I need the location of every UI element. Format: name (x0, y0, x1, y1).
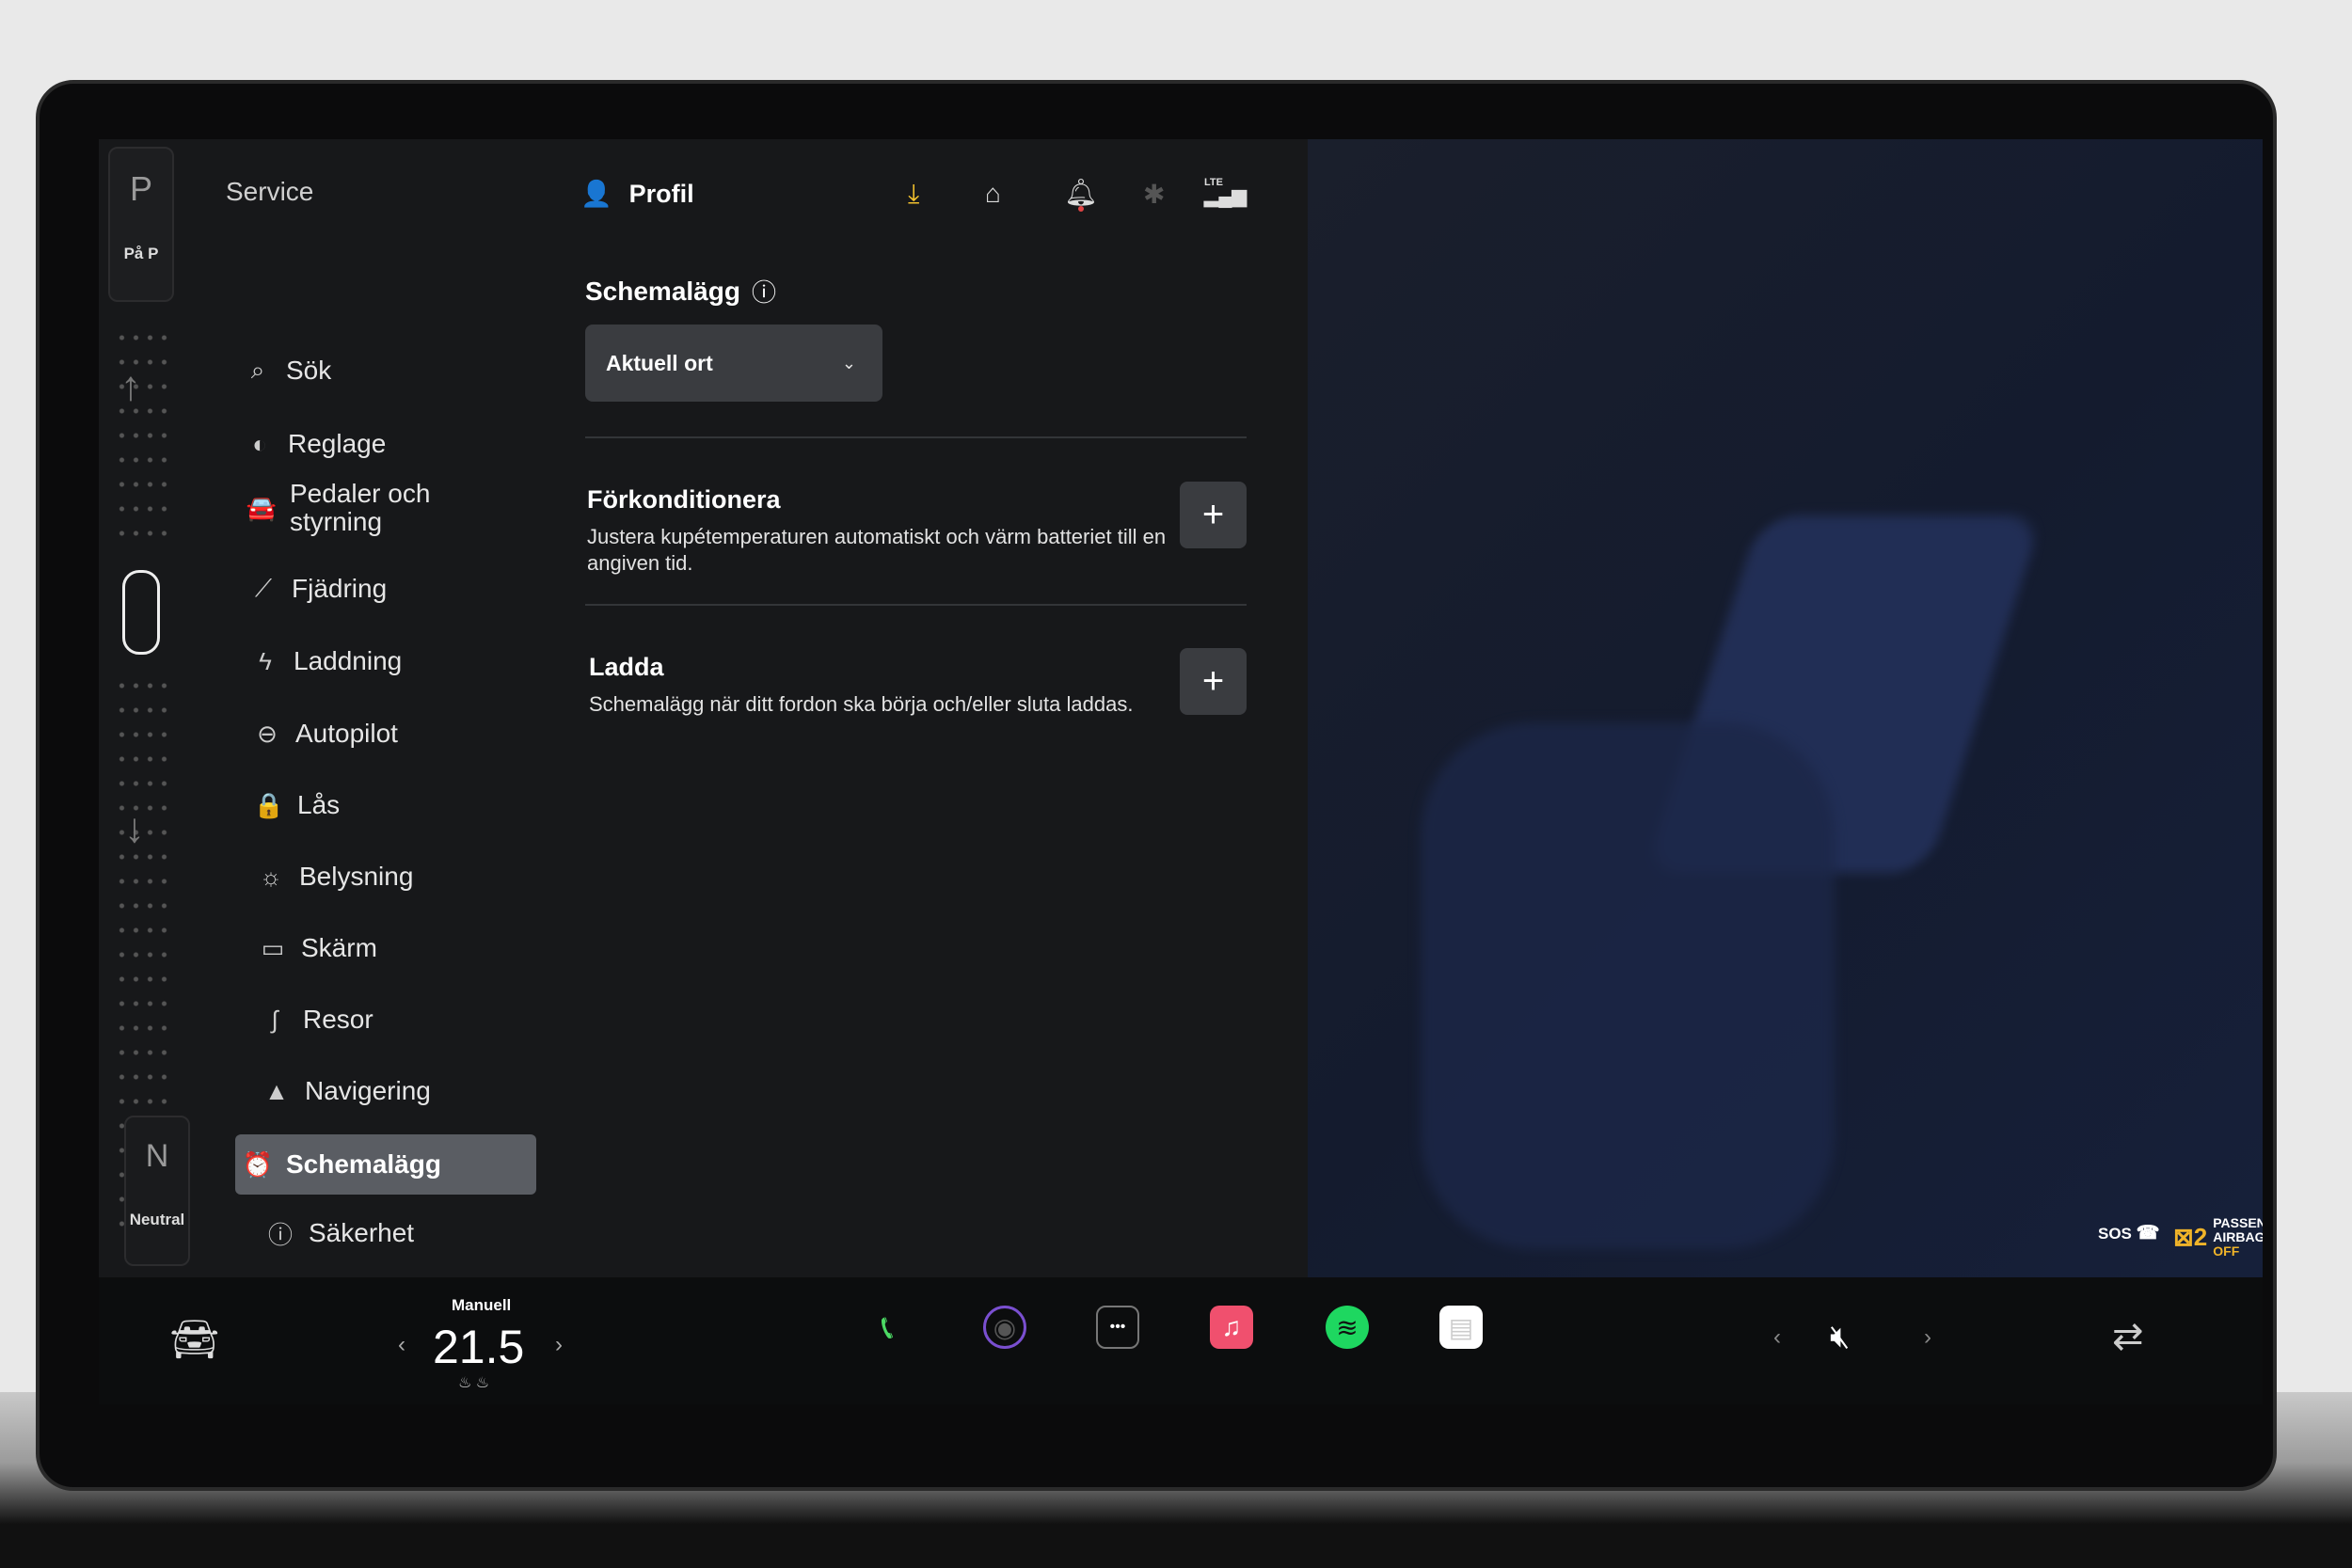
navigation-icon: ▲ (264, 1076, 289, 1105)
climate-mode-label: Manuell (452, 1296, 512, 1314)
add-precondition-button[interactable]: + (1180, 482, 1247, 548)
sidebar-item-label: Laddning (294, 646, 403, 675)
lte-signal-icon: LTE ▂▄▆ (1204, 177, 1247, 207)
temperature-display[interactable]: 21.5 (433, 1320, 524, 1374)
reverse-down-arrow-icon: ↓ (124, 805, 145, 851)
divider (585, 604, 1247, 606)
vehicle-visualization: SOS ☎ ⊠2 PASSENGERAIRBAG OFF (1308, 139, 2263, 1277)
light-icon: ☼ (260, 862, 282, 891)
sos-indicator: SOS ☎ (2098, 1223, 2160, 1243)
airbag-icon: ⊠2 (2173, 1223, 2208, 1251)
lock-icon: 🔒 (253, 790, 285, 819)
sidebar-item-laddning[interactable]: ϟ Laddning (243, 633, 544, 689)
search-icon: ⌕ (250, 356, 265, 384)
alarm-clock-icon: ⏰ (242, 1149, 274, 1179)
sidebar-item-label: Reglage (288, 429, 387, 458)
car-icon: 🚘 (246, 493, 278, 522)
gear-selector[interactable]: P På P ↑ ↓ N Neutral (103, 147, 190, 1266)
safety-icon: ⓘ (267, 1220, 293, 1249)
sidebar-item-label: Autopilot (295, 719, 398, 748)
divider (585, 436, 1247, 438)
suspension-icon: ⟋ (254, 574, 273, 602)
drive-up-arrow-icon: ↑ (120, 363, 141, 409)
volume-next-button[interactable]: › (1924, 1324, 1931, 1351)
sidebar-item-pedaler-och-styrning[interactable]: 🚘 Pedaler och styrning (239, 480, 540, 536)
bluetooth-icon[interactable]: ✱ (1143, 179, 1165, 210)
sidebar-item-skärm[interactable]: ▭ Skärm (250, 920, 551, 976)
sidebar-item-label: Navigering (305, 1076, 431, 1105)
add-charge-schedule-button[interactable]: + (1180, 648, 1247, 715)
sidebar-item-fjädring[interactable]: ⟋ Fjädring (241, 561, 542, 617)
sidebar-item-autopilot[interactable]: ⊖ Autopilot (245, 705, 546, 762)
sidebar-item-reglage[interactable]: ◐ Reglage (237, 416, 538, 472)
volume-prev-button[interactable]: ‹ (1773, 1324, 1781, 1351)
chevron-down-icon: ⌄ (841, 353, 856, 372)
sidebar-item-resor[interactable]: ∫ Resor (252, 991, 553, 1048)
sidebar-item-schemalägg[interactable]: ⏰ Schemalägg (235, 1134, 536, 1195)
sidebar-item-label: Sök (286, 356, 332, 385)
swap-arrows-icon[interactable]: ⇄ (2112, 1315, 2144, 1358)
bottom-bar: 🚘︎ Manuell ‹ 21.5 › ♨ ♨ 📞︎ ◉ ••• ♫ ≋ ▤ ‹ 🔇︎ ›… (99, 1277, 2263, 1404)
sidebar-item-label: Säkerhet (309, 1218, 415, 1247)
sidebar-item-navigering[interactable]: ▲ Navigering (254, 1063, 555, 1119)
profile-button[interactable]: 👤 Profil (580, 179, 694, 209)
sidebar-item-sök[interactable]: ⌕ Sök (235, 342, 536, 399)
sidebar-item-label: Fjädring (292, 574, 388, 603)
person-icon: 👤 (580, 180, 612, 208)
sidebar-item-belysning[interactable]: ☼ Belysning (248, 848, 549, 905)
settings-panel: P På P ↑ ↓ N Neutral Service ⌕ Sök ◐ Reglag… (99, 139, 1308, 1388)
steering-wheel-icon: ⊖ (257, 719, 278, 748)
bell-icon[interactable]: 🔔︎ (1064, 177, 1098, 212)
preconditioning-section: Förkonditionera Justera kupétemperaturen… (587, 485, 1167, 575)
mute-icon[interactable]: 🔇︎ (1830, 1319, 1850, 1355)
info-icon[interactable]: ⓘ (752, 274, 776, 309)
spotify-app-icon[interactable]: ≋ (1326, 1306, 1369, 1349)
camera-app-icon[interactable]: ◉ (983, 1306, 1026, 1349)
sidebar-item-lås[interactable]: 🔒 Lås (246, 777, 548, 833)
phone-app-icon[interactable]: 📞︎ (866, 1306, 909, 1349)
notes-app-icon[interactable]: ▤ (1439, 1306, 1483, 1349)
seat-heater-icons[interactable]: ♨ ♨ (458, 1373, 489, 1392)
more-app-icon[interactable]: ••• (1096, 1306, 1139, 1349)
sidebar-item-label: Belysning (299, 862, 414, 891)
trips-icon: ∫ (271, 1005, 278, 1034)
charge-section: Ladda Schemalägg när ditt fordon ska bör… (589, 653, 1134, 716)
toggle-icon: ◐ (252, 429, 267, 458)
temp-increase-button[interactable]: › (555, 1332, 563, 1358)
sidebar-item-label: Skärm (301, 933, 377, 962)
display-icon: ▭ (261, 933, 285, 962)
touchscreen: SOS ☎ ⊠2 PASSENGERAIRBAG OFF P På P ↑ ↓ … (99, 139, 2263, 1404)
sidebar-item-label: Schemalägg (286, 1149, 441, 1179)
garage-icon[interactable]: ⌂ (985, 179, 1001, 209)
sidebar-item-label: Lås (297, 790, 341, 819)
location-dropdown[interactable]: Aktuell ort ⌄ (585, 325, 882, 402)
sidebar-item-label: Resor (303, 1005, 373, 1034)
neutral-button[interactable]: N Neutral (124, 1116, 190, 1266)
sidebar-header: Service (226, 177, 314, 206)
passenger-airbag-off-indicator: ⊠2 PASSENGERAIRBAG OFF (2173, 1215, 2263, 1259)
page-title: Schemalägg ⓘ (585, 274, 776, 309)
car-top-view-icon (122, 570, 160, 655)
car-icon[interactable]: 🚘︎ (169, 1317, 219, 1363)
temp-decrease-button[interactable]: ‹ (398, 1332, 405, 1358)
park-button[interactable]: P På P (108, 147, 174, 302)
download-icon[interactable]: ⤓ (908, 179, 919, 210)
lightning-icon: ϟ (259, 646, 272, 675)
sidebar-item-label: Pedaler och styrning (290, 479, 431, 536)
sidebar-item-säkerhet[interactable]: ⓘ Säkerhet (258, 1205, 559, 1261)
music-app-icon[interactable]: ♫ (1210, 1306, 1253, 1349)
